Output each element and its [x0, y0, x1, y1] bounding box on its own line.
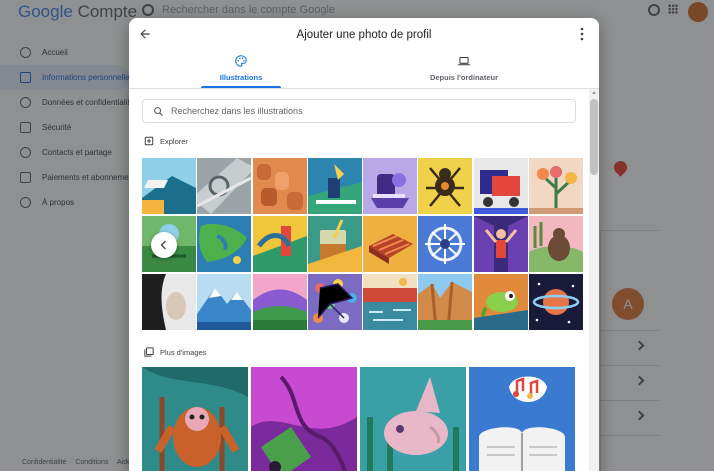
illustrations-search-input[interactable]: Recherchez dans les illustrations — [142, 99, 576, 123]
dialog-title: Ajouter une photo de profil — [296, 29, 432, 41]
illustration-tile[interactable] — [529, 216, 584, 272]
search-icon — [154, 107, 164, 117]
illustration-tile[interactable] — [473, 274, 528, 330]
scrollbar-thumb[interactable] — [590, 99, 598, 175]
more-image-tile[interactable] — [142, 367, 248, 471]
illustration-tile[interactable] — [529, 158, 584, 214]
illustration-tile[interactable] — [473, 216, 528, 272]
illustrations-grid — [142, 158, 584, 330]
more-vert-icon[interactable] — [579, 27, 585, 41]
illustration-tile[interactable] — [418, 216, 473, 272]
carousel-previous-button[interactable] — [151, 232, 177, 258]
profile-photo-dialog: Ajouter une photo de profil Illustration… — [129, 18, 599, 471]
palette-icon — [235, 55, 247, 67]
illustration-tile[interactable] — [307, 274, 362, 330]
search-placeholder: Recherchez dans les illustrations — [171, 106, 303, 116]
photo-library-icon — [144, 347, 154, 357]
illustration-tile[interactable] — [307, 216, 362, 272]
illustration-tile[interactable] — [197, 158, 252, 214]
illustration-tile[interactable] — [252, 216, 307, 272]
more-image-tile[interactable] — [469, 367, 575, 471]
tab-bar: Illustrations Depuis l'ordinateur — [129, 50, 599, 88]
explore-section-label: Explorer — [144, 136, 188, 146]
illustration-tile[interactable] — [142, 274, 196, 330]
chevron-left-icon — [160, 240, 166, 250]
more-image-tile[interactable] — [360, 367, 466, 471]
more-images-row — [142, 367, 576, 471]
illustration-tile[interactable] — [529, 274, 584, 330]
illustration-tile[interactable] — [418, 158, 473, 214]
illustration-tile[interactable] — [197, 216, 252, 272]
illustration-tile[interactable] — [473, 158, 528, 214]
add-box-icon — [144, 136, 154, 146]
illustration-tile[interactable] — [363, 216, 418, 272]
illustration-tile[interactable] — [252, 158, 307, 214]
more-images-section-label: Plus d'images — [144, 347, 206, 357]
laptop-icon — [458, 56, 470, 66]
tabs-divider — [129, 88, 599, 89]
illustration-tile[interactable] — [363, 158, 418, 214]
more-image-tile[interactable] — [251, 367, 357, 471]
tab-illustrations[interactable]: Illustrations — [151, 50, 331, 88]
scroll-up-arrow-icon[interactable] — [592, 91, 596, 94]
illustration-tile[interactable] — [363, 274, 418, 330]
illustration-tile[interactable] — [418, 274, 473, 330]
illustration-tile[interactable] — [142, 158, 196, 214]
illustration-tile[interactable] — [252, 274, 307, 330]
illustration-tile[interactable] — [307, 158, 362, 214]
illustration-tile[interactable] — [197, 274, 252, 330]
tab-from-computer[interactable]: Depuis l'ordinateur — [374, 50, 554, 88]
